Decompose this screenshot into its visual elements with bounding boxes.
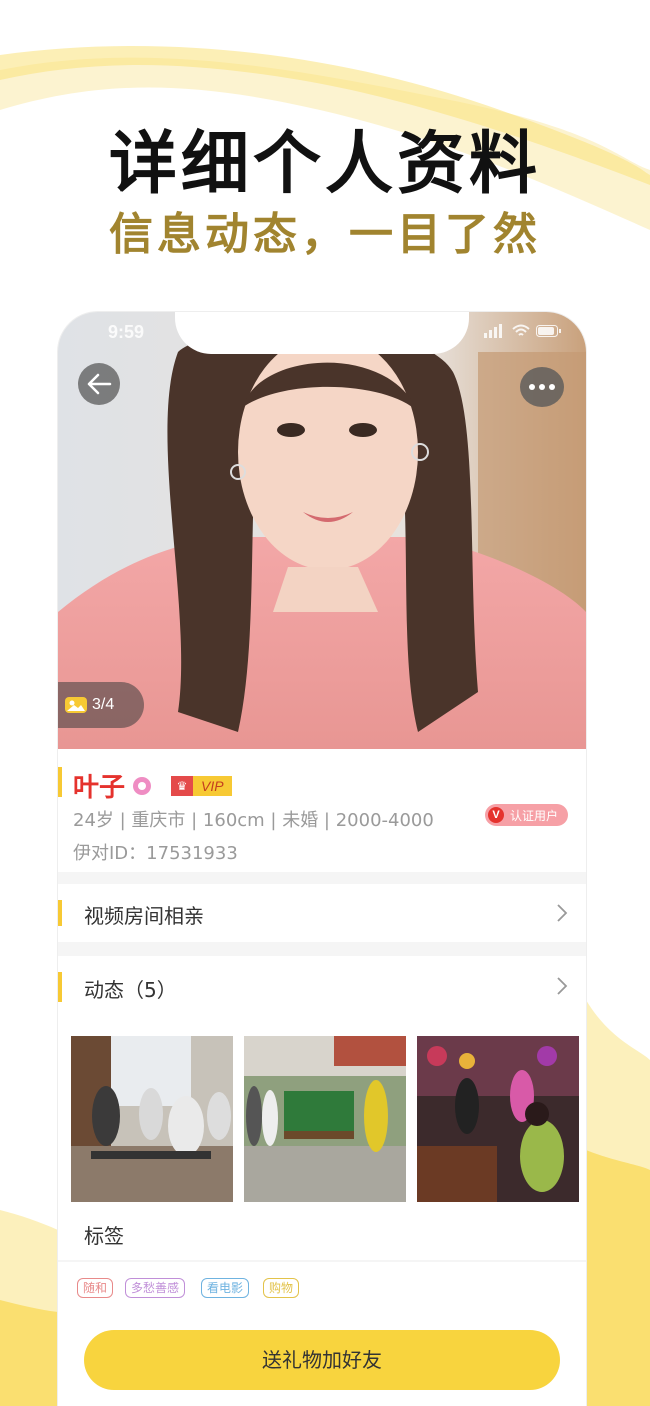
moment-photo xyxy=(417,1036,579,1202)
signal-icon xyxy=(484,324,502,338)
more-button[interactable] xyxy=(520,367,564,407)
accent-bar xyxy=(58,900,62,926)
moments-thumbnails xyxy=(58,1020,586,1228)
video-room-label: 视频房间相亲 xyxy=(84,904,204,928)
chevron-right-icon xyxy=(557,904,568,922)
tag-chip: 多愁善感 xyxy=(125,1278,186,1298)
more-dot-icon xyxy=(549,384,555,390)
more-dot-icon xyxy=(529,384,535,390)
image-icon xyxy=(65,697,87,713)
send-gift-add-friend-button[interactable]: 送礼物加好友 xyxy=(84,1330,560,1390)
profile-photo[interactable]: 9:59 3/4 xyxy=(58,312,586,749)
tag-chip: 看电影 xyxy=(201,1278,250,1298)
wifi-icon xyxy=(512,324,530,336)
moment-photo xyxy=(244,1036,406,1202)
moments-label: 动态（5） xyxy=(84,978,177,1002)
tags-section-title: 标签 xyxy=(58,1204,586,1260)
profile-name: 叶子 xyxy=(73,773,126,803)
moment-thumbnail[interactable] xyxy=(417,1036,579,1202)
moment-photo xyxy=(71,1036,233,1202)
moments-row[interactable]: 动态（5） xyxy=(58,956,586,1020)
page-headline: 详细个人资料 xyxy=(108,125,541,204)
tags-section: 随和 多愁善感 看电影 购物 送礼物加好友 xyxy=(58,1262,586,1406)
accent-bar xyxy=(58,972,62,1002)
status-time: 9:59 xyxy=(108,322,145,342)
tag-chip: 购物 xyxy=(263,1278,300,1298)
verified-icon: V xyxy=(487,807,504,823)
verified-badge: V 认证用户 xyxy=(484,804,568,826)
verified-label: 认证用户 xyxy=(509,808,558,823)
chevron-right-icon xyxy=(557,977,568,995)
arrow-left-icon xyxy=(87,373,112,395)
vip-label: VIP xyxy=(193,775,232,796)
tag-chip: 随和 xyxy=(77,1278,114,1298)
location-pin-icon xyxy=(133,776,152,795)
profile-photo-image xyxy=(58,312,586,749)
moment-thumbnail[interactable] xyxy=(244,1036,406,1202)
crown-icon: ♛ xyxy=(171,775,194,796)
back-button[interactable] xyxy=(78,363,120,405)
profile-info: 24岁 | 重庆市 | 160cm | 未婚 | 2000-4000 xyxy=(73,810,434,831)
profile-card: 叶子 ♛ VIP 24岁 | 重庆市 | 160cm | 未婚 | 2000-4… xyxy=(58,749,586,872)
accent-bar xyxy=(58,767,62,797)
moment-thumbnail[interactable] xyxy=(71,1036,233,1202)
tags-title-label: 标签 xyxy=(84,1224,124,1248)
name-row: 叶子 ♛ VIP xyxy=(73,767,232,804)
battery-icon xyxy=(536,325,561,337)
profile-id: 伊对ID：17531933 xyxy=(73,843,238,864)
phone-notch xyxy=(175,312,469,354)
video-room-row[interactable]: 视频房间相亲 xyxy=(58,884,586,942)
photo-counter-text: 3/4 xyxy=(92,696,115,713)
status-icons xyxy=(484,324,562,338)
vip-badge: ♛ VIP xyxy=(171,775,232,796)
more-dot-icon xyxy=(539,384,545,390)
phone-frame: 9:59 3/4 叶子 ♛ VIP 24岁 | 重庆市 | 160cm | 未婚 xyxy=(58,312,586,1406)
page-subheadline: 信息动态，一目了然 xyxy=(109,209,541,260)
photo-counter[interactable]: 3/4 xyxy=(58,682,144,728)
